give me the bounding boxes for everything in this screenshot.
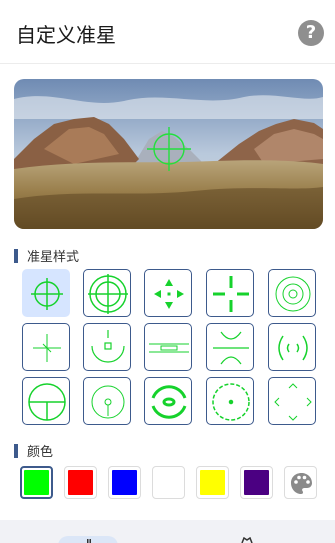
desert-preview-image <box>14 79 323 229</box>
color-swatch-white[interactable] <box>152 466 185 499</box>
crosshair-style-thin-cross[interactable] <box>22 323 70 371</box>
color-swatch-purple[interactable] <box>240 466 273 499</box>
crosshair-style-dotted-circle[interactable] <box>206 377 254 425</box>
crosshair-style-double-circle-cross[interactable] <box>83 269 131 317</box>
color-swatch-yellow[interactable] <box>196 466 229 499</box>
crosshair-style-arrow-cross[interactable] <box>144 269 192 317</box>
styles-title-text: 准星样式 <box>27 250 80 265</box>
crosshair-style-corner-arrows[interactable] <box>268 377 316 425</box>
colors-section-title: 颜色 <box>14 441 53 460</box>
crosshair-tab-icon[interactable] <box>87 539 91 543</box>
crosshair-style-circle-cross[interactable] <box>22 269 70 317</box>
styles-section-title: 准星样式 <box>14 246 79 265</box>
color-swatch-blue[interactable] <box>108 466 141 499</box>
crosshair-style-grid <box>22 269 318 429</box>
color-swatch-red[interactable] <box>64 466 97 499</box>
section-marker <box>14 444 18 458</box>
color-swatches <box>20 466 320 500</box>
crosshair-preview <box>14 79 323 229</box>
crosshair-style-circle-dot[interactable] <box>83 377 131 425</box>
crosshair-style-gap-cross[interactable] <box>206 269 254 317</box>
colors-title-text: 颜色 <box>27 445 54 460</box>
crosshair-style-bracket-dot[interactable] <box>83 323 131 371</box>
crosshair-style-ring-dot[interactable] <box>268 269 316 317</box>
question-circle-icon[interactable]: ? <box>298 20 324 46</box>
app-header: 自定义准星 ? <box>0 0 335 64</box>
section-marker <box>14 249 18 263</box>
palette-icon[interactable] <box>284 466 317 499</box>
crosshair-style-horizontal-line[interactable] <box>144 323 192 371</box>
color-swatch-green[interactable] <box>20 466 53 499</box>
crosshair-style-x-wings[interactable] <box>206 323 254 371</box>
crosshair-style-circle-lower-cross[interactable] <box>22 377 70 425</box>
crosshair-style-thick-arcs[interactable] <box>144 377 192 425</box>
bottom-nav <box>0 520 335 543</box>
crosshair-style-curly-brackets[interactable] <box>268 323 316 371</box>
page-title: 自定义准星 <box>16 23 116 47</box>
settings-tab-icon[interactable] <box>240 537 254 543</box>
